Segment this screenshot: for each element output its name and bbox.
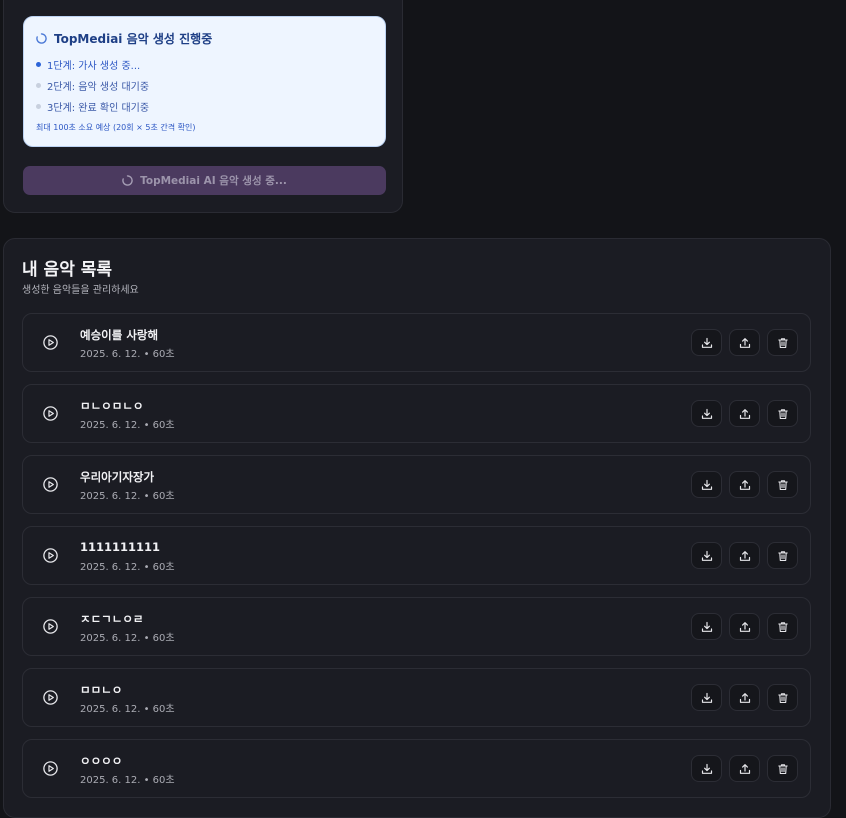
download-button[interactable] xyxy=(691,400,722,427)
delete-button[interactable] xyxy=(767,542,798,569)
step-1: 1단계: 가사 생성 중... xyxy=(36,57,140,72)
progress-header: TopMediai 음악 생성 진행중 xyxy=(36,30,212,47)
track-row: 1111111111 2025. 6. 12. • 60초 xyxy=(22,526,811,585)
download-button[interactable] xyxy=(691,542,722,569)
track-title: 우리아기자장가 xyxy=(80,470,155,484)
track-meta: 2025. 6. 12. • 60초 xyxy=(80,420,175,431)
share-icon xyxy=(739,763,751,775)
download-icon xyxy=(701,337,713,349)
download-icon xyxy=(701,692,713,704)
track-title: ㅇㅇㅇㅇ xyxy=(80,754,123,768)
step-2: 2단계: 음악 생성 대기중 xyxy=(36,78,149,93)
share-icon xyxy=(739,337,751,349)
trash-icon xyxy=(777,479,789,491)
delete-button[interactable] xyxy=(767,755,798,782)
step-dot-icon xyxy=(36,62,41,67)
step-label: 1단계: 가사 생성 중... xyxy=(47,61,141,72)
share-button[interactable] xyxy=(729,755,760,782)
generate-button-label: TopMediai AI 음악 생성 중... xyxy=(140,175,287,187)
spinner-icon xyxy=(36,33,47,44)
play-icon[interactable] xyxy=(42,760,59,777)
track-title: ㅈㄷㄱㄴㅇㄹ xyxy=(80,612,144,626)
share-button[interactable] xyxy=(729,684,760,711)
download-button[interactable] xyxy=(691,471,722,498)
track-title: ㅁㄴㅇㅁㄴㅇ xyxy=(80,399,144,413)
delete-button[interactable] xyxy=(767,471,798,498)
generation-card: TopMediai 음악 생성 진행중 1단계: 가사 생성 중... 2단계:… xyxy=(3,0,403,213)
download-button[interactable] xyxy=(691,755,722,782)
track-meta: 2025. 6. 12. • 60초 xyxy=(80,562,175,573)
track-meta: 2025. 6. 12. • 60초 xyxy=(80,491,175,502)
delete-button[interactable] xyxy=(767,329,798,356)
step-dot-icon xyxy=(36,83,41,88)
download-button[interactable] xyxy=(691,684,722,711)
share-icon xyxy=(739,692,751,704)
download-button[interactable] xyxy=(691,329,722,356)
list-title: 내 음악 목록 xyxy=(22,260,113,280)
delete-button[interactable] xyxy=(767,613,798,640)
track-title: ㅁㅁㄴㅇ xyxy=(80,683,123,697)
track-row: 우리아기자장가 2025. 6. 12. • 60초 xyxy=(22,455,811,514)
play-icon[interactable] xyxy=(42,405,59,422)
track-row: ㅇㅇㅇㅇ 2025. 6. 12. • 60초 xyxy=(22,739,811,798)
track-title: 1111111111 xyxy=(80,540,161,554)
share-button[interactable] xyxy=(729,471,760,498)
play-icon[interactable] xyxy=(42,618,59,635)
trash-icon xyxy=(777,763,789,775)
spinner-icon xyxy=(122,175,133,186)
progress-note: 최대 100초 소요 예상 (20회 × 5초 간격 확인) xyxy=(36,123,196,132)
share-button[interactable] xyxy=(729,400,760,427)
share-icon xyxy=(739,479,751,491)
step-label: 3단계: 완료 확인 대기중 xyxy=(47,103,150,114)
track-meta: 2025. 6. 12. • 60초 xyxy=(80,775,175,786)
track-meta: 2025. 6. 12. • 60초 xyxy=(80,349,175,360)
track-row: ㅁㄴㅇㅁㄴㅇ 2025. 6. 12. • 60초 xyxy=(22,384,811,443)
step-3: 3단계: 완료 확인 대기중 xyxy=(36,99,149,114)
play-icon[interactable] xyxy=(42,689,59,706)
download-icon xyxy=(701,763,713,775)
share-icon xyxy=(739,550,751,562)
download-icon xyxy=(701,479,713,491)
download-icon xyxy=(701,621,713,633)
progress-title: TopMediai 음악 생성 진행중 xyxy=(54,32,213,46)
play-icon[interactable] xyxy=(42,547,59,564)
track-row: ㅁㅁㄴㅇ 2025. 6. 12. • 60초 xyxy=(22,668,811,727)
list-subtitle: 생성한 음악들을 관리하세요 xyxy=(22,285,139,296)
download-button[interactable] xyxy=(691,613,722,640)
download-icon xyxy=(701,550,713,562)
share-button[interactable] xyxy=(729,542,760,569)
track-title: 예승이를 사랑해 xyxy=(80,328,159,342)
track-row: 예승이를 사랑해 2025. 6. 12. • 60초 xyxy=(22,313,811,372)
download-icon xyxy=(701,408,713,420)
share-icon xyxy=(739,408,751,420)
track-meta: 2025. 6. 12. • 60초 xyxy=(80,704,175,715)
music-list-card: 내 음악 목록 생성한 음악들을 관리하세요 예승이를 사랑해 2025. 6. … xyxy=(3,238,831,818)
delete-button[interactable] xyxy=(767,400,798,427)
trash-icon xyxy=(777,692,789,704)
share-button[interactable] xyxy=(729,613,760,640)
trash-icon xyxy=(777,337,789,349)
step-label: 2단계: 음악 생성 대기중 xyxy=(47,82,150,93)
trash-icon xyxy=(777,621,789,633)
trash-icon xyxy=(777,408,789,420)
trash-icon xyxy=(777,550,789,562)
play-icon[interactable] xyxy=(42,476,59,493)
generate-button[interactable]: TopMediai AI 음악 생성 중... xyxy=(23,166,386,195)
progress-panel: TopMediai 음악 생성 진행중 1단계: 가사 생성 중... 2단계:… xyxy=(23,16,386,147)
step-dot-icon xyxy=(36,104,41,109)
share-button[interactable] xyxy=(729,329,760,356)
play-icon[interactable] xyxy=(42,334,59,351)
delete-button[interactable] xyxy=(767,684,798,711)
track-row: ㅈㄷㄱㄴㅇㄹ 2025. 6. 12. • 60초 xyxy=(22,597,811,656)
share-icon xyxy=(739,621,751,633)
track-meta: 2025. 6. 12. • 60초 xyxy=(80,633,175,644)
